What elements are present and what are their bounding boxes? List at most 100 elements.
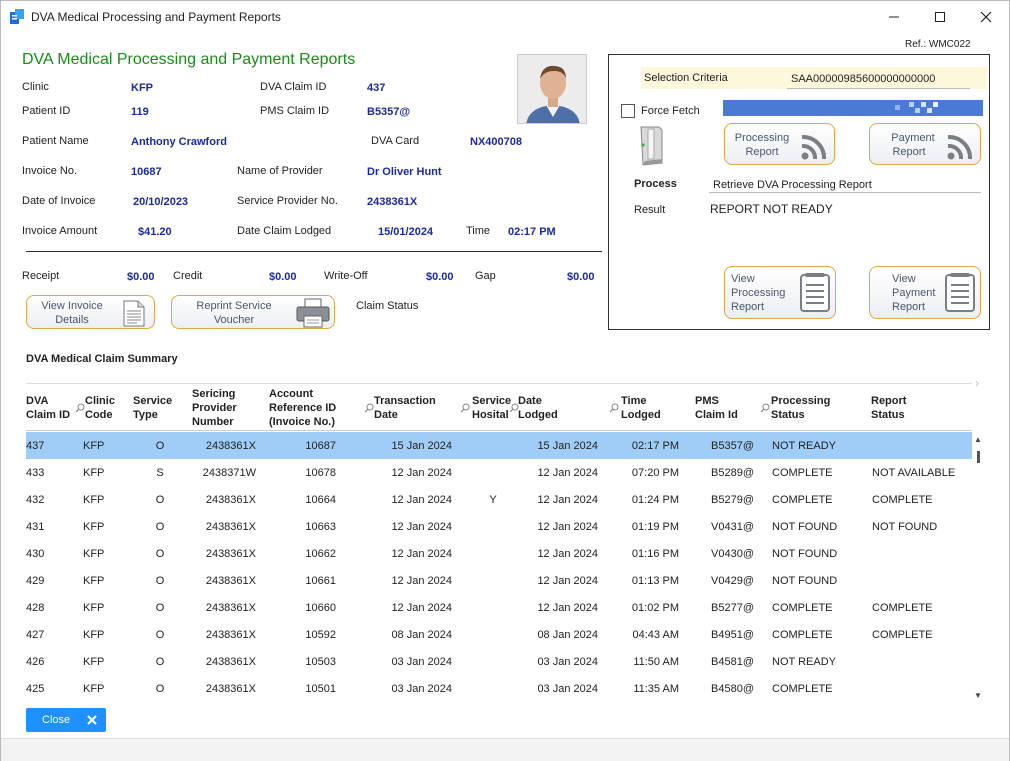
service-provider-no-label: Service Provider No. bbox=[237, 195, 338, 207]
maximize-button[interactable] bbox=[917, 1, 963, 33]
provider-name-label: Name of Provider bbox=[237, 165, 323, 177]
receipt-value: $0.00 bbox=[127, 271, 155, 283]
view-payment-report-button[interactable]: View Payment Report bbox=[869, 266, 981, 319]
filter-search-icon[interactable] bbox=[75, 403, 85, 413]
filter-search-icon[interactable] bbox=[364, 403, 374, 413]
table-cell: 10678 bbox=[305, 467, 336, 479]
filter-search-icon[interactable] bbox=[509, 403, 519, 413]
scroll-down-icon[interactable]: ▼ bbox=[974, 691, 982, 700]
table-cell: 428 bbox=[26, 602, 45, 614]
processing-report-button[interactable]: Processing Report bbox=[724, 123, 835, 165]
column-header-text: Report bbox=[871, 395, 907, 407]
pms-claim-id-label: PMS Claim ID bbox=[260, 105, 330, 117]
table-row[interactable]: 428 KFP O 2438361X 10660 12 Jan 2024 12 Jan 20… bbox=[26, 594, 972, 621]
table-row[interactable]: 429 KFP O 2438361X 10661 12 Jan 2024 12 Jan 20… bbox=[26, 567, 972, 594]
column-header-text: Lodged bbox=[518, 409, 558, 421]
table-cell: 04:43 AM bbox=[632, 629, 679, 641]
receipt-label: Receipt bbox=[22, 270, 60, 282]
writeoff-value: $0.00 bbox=[426, 271, 454, 283]
table-cell: KFP bbox=[83, 656, 105, 668]
dva-card-label: DVA Card bbox=[371, 135, 420, 147]
column-header[interactable]: Time Lodged bbox=[621, 394, 661, 422]
table-row[interactable]: 425 KFP O 2438361X 10501 03 Jan 2024 03 Jan 20… bbox=[26, 675, 972, 702]
table-cell: KFP bbox=[83, 548, 105, 560]
column-header[interactable]: Sericing Provider Number bbox=[192, 387, 237, 429]
column-header[interactable]: Date Lodged bbox=[518, 394, 558, 422]
table-cell: B5289@ bbox=[711, 467, 754, 479]
column-header-text: Date bbox=[374, 409, 398, 421]
reprint-service-voucher-button[interactable]: Reprint Service Voucher bbox=[171, 295, 335, 329]
table-cell: S bbox=[156, 467, 164, 479]
force-fetch-label: Force Fetch bbox=[641, 105, 700, 117]
column-header[interactable]: Clinic Code bbox=[85, 394, 115, 422]
table-row[interactable]: 433 KFP S 2438371W 10678 12 Jan 2024 12 Jan 20… bbox=[26, 459, 972, 486]
date-claim-lodged-value: 15/01/2024 bbox=[378, 226, 434, 238]
title-bar[interactable]: DVA Medical Processing and Payment Repor… bbox=[1, 1, 1009, 33]
filter-search-icon[interactable] bbox=[760, 403, 770, 413]
table-cell: COMPLETE bbox=[772, 629, 833, 641]
vertical-scrollbar-thumb[interactable] bbox=[977, 451, 980, 463]
table-cell: 03 Jan 2024 bbox=[391, 683, 452, 695]
patient-id-value: 119 bbox=[131, 106, 149, 118]
column-header[interactable]: DVA Claim ID bbox=[26, 394, 70, 422]
filter-search-icon[interactable] bbox=[609, 403, 619, 413]
column-header-text: Claim Id bbox=[695, 409, 738, 421]
column-header[interactable]: Report Status bbox=[871, 394, 906, 422]
writeoff-label: Write-Off bbox=[324, 270, 368, 282]
summary-title: DVA Medical Claim Summary bbox=[26, 353, 178, 365]
table-cell: COMPLETE bbox=[772, 602, 833, 614]
date-claim-lodged-label: Date Claim Lodged bbox=[237, 225, 332, 237]
table-row[interactable]: 431 KFP O 2438361X 10663 12 Jan 2024 12 Jan 20… bbox=[26, 513, 972, 540]
view-invoice-details-button[interactable]: View Invoice Details bbox=[26, 295, 155, 329]
table-cell: KFP bbox=[83, 521, 105, 533]
column-header[interactable]: Processing Status bbox=[771, 394, 830, 422]
table-row-selected[interactable]: 437 KFP O 2438361X 10687 15 Jan 2024 15 Jan 20… bbox=[26, 432, 972, 459]
divider bbox=[26, 251, 602, 252]
scroll-up-icon[interactable]: ▲ bbox=[974, 435, 982, 444]
table-row[interactable]: 430 KFP O 2438361X 10662 12 Jan 2024 12 Jan 20… bbox=[26, 540, 972, 567]
close-window-button[interactable] bbox=[963, 1, 1009, 33]
minimize-button[interactable] bbox=[871, 1, 917, 33]
dva-claim-id-label: DVA Claim ID bbox=[260, 81, 327, 93]
filter-search-icon[interactable] bbox=[460, 403, 470, 413]
table-cell: 431 bbox=[26, 521, 45, 533]
table-cell: 01:19 PM bbox=[631, 521, 679, 533]
table-cell: 2438361X bbox=[205, 440, 256, 452]
table-cell: 432 bbox=[26, 494, 45, 506]
process-value: Retrieve DVA Processing Report bbox=[709, 173, 981, 193]
column-header-text: Hosital bbox=[472, 409, 509, 421]
table-cell: Y bbox=[489, 494, 497, 506]
table-row[interactable]: 432 KFP O 2438361X 10664 12 Jan 2024 Y 12 Jan 2… bbox=[26, 486, 972, 513]
table-cell: 10664 bbox=[305, 494, 336, 506]
selection-criteria-input[interactable]: SAA00000985600000000000 bbox=[787, 68, 970, 89]
close-button[interactable]: Close bbox=[26, 708, 106, 732]
column-header[interactable]: PMS Claim Id bbox=[695, 394, 738, 422]
payment-report-button[interactable]: Payment Report bbox=[869, 123, 981, 165]
result-value: REPORT NOT READY bbox=[710, 202, 833, 216]
table-cell: NOT AVAILABLE bbox=[872, 467, 956, 479]
table-cell: 12 Jan 2024 bbox=[537, 602, 598, 614]
invoice-amount-value: $41.20 bbox=[138, 226, 172, 238]
table-cell: 430 bbox=[26, 548, 45, 560]
column-header[interactable]: Transaction Date bbox=[374, 394, 436, 422]
force-fetch-checkbox[interactable] bbox=[621, 104, 635, 118]
table-cell: O bbox=[155, 494, 165, 506]
printer-icon bbox=[296, 298, 330, 328]
close-icon bbox=[87, 715, 97, 725]
table-row[interactable]: 426 KFP O 2438361X 10503 03 Jan 2024 03 Jan 20… bbox=[26, 648, 972, 675]
table-cell: KFP bbox=[83, 467, 105, 479]
table-cell: O bbox=[155, 683, 165, 695]
column-header[interactable]: Service Type bbox=[133, 394, 172, 422]
column-header[interactable]: Account Reference ID (Invoice No.) bbox=[269, 387, 336, 429]
table-cell: 425 bbox=[26, 683, 45, 695]
table-cell: O bbox=[155, 602, 165, 614]
column-header-text: Time bbox=[621, 395, 647, 407]
reference-code: Ref.: WMC022 bbox=[905, 39, 971, 50]
table-cell: 2438361X bbox=[205, 656, 256, 668]
table-row[interactable]: 427 KFP O 2438361X 10592 08 Jan 2024 08 Jan 20… bbox=[26, 621, 972, 648]
column-header[interactable]: Service Hosital bbox=[472, 394, 511, 422]
view-processing-report-button[interactable]: View Processing Report bbox=[724, 266, 836, 319]
view-payment-label-2: Payment bbox=[892, 287, 936, 299]
scroll-right-icon[interactable]: › bbox=[975, 376, 979, 390]
table-cell: 01:02 PM bbox=[631, 602, 679, 614]
